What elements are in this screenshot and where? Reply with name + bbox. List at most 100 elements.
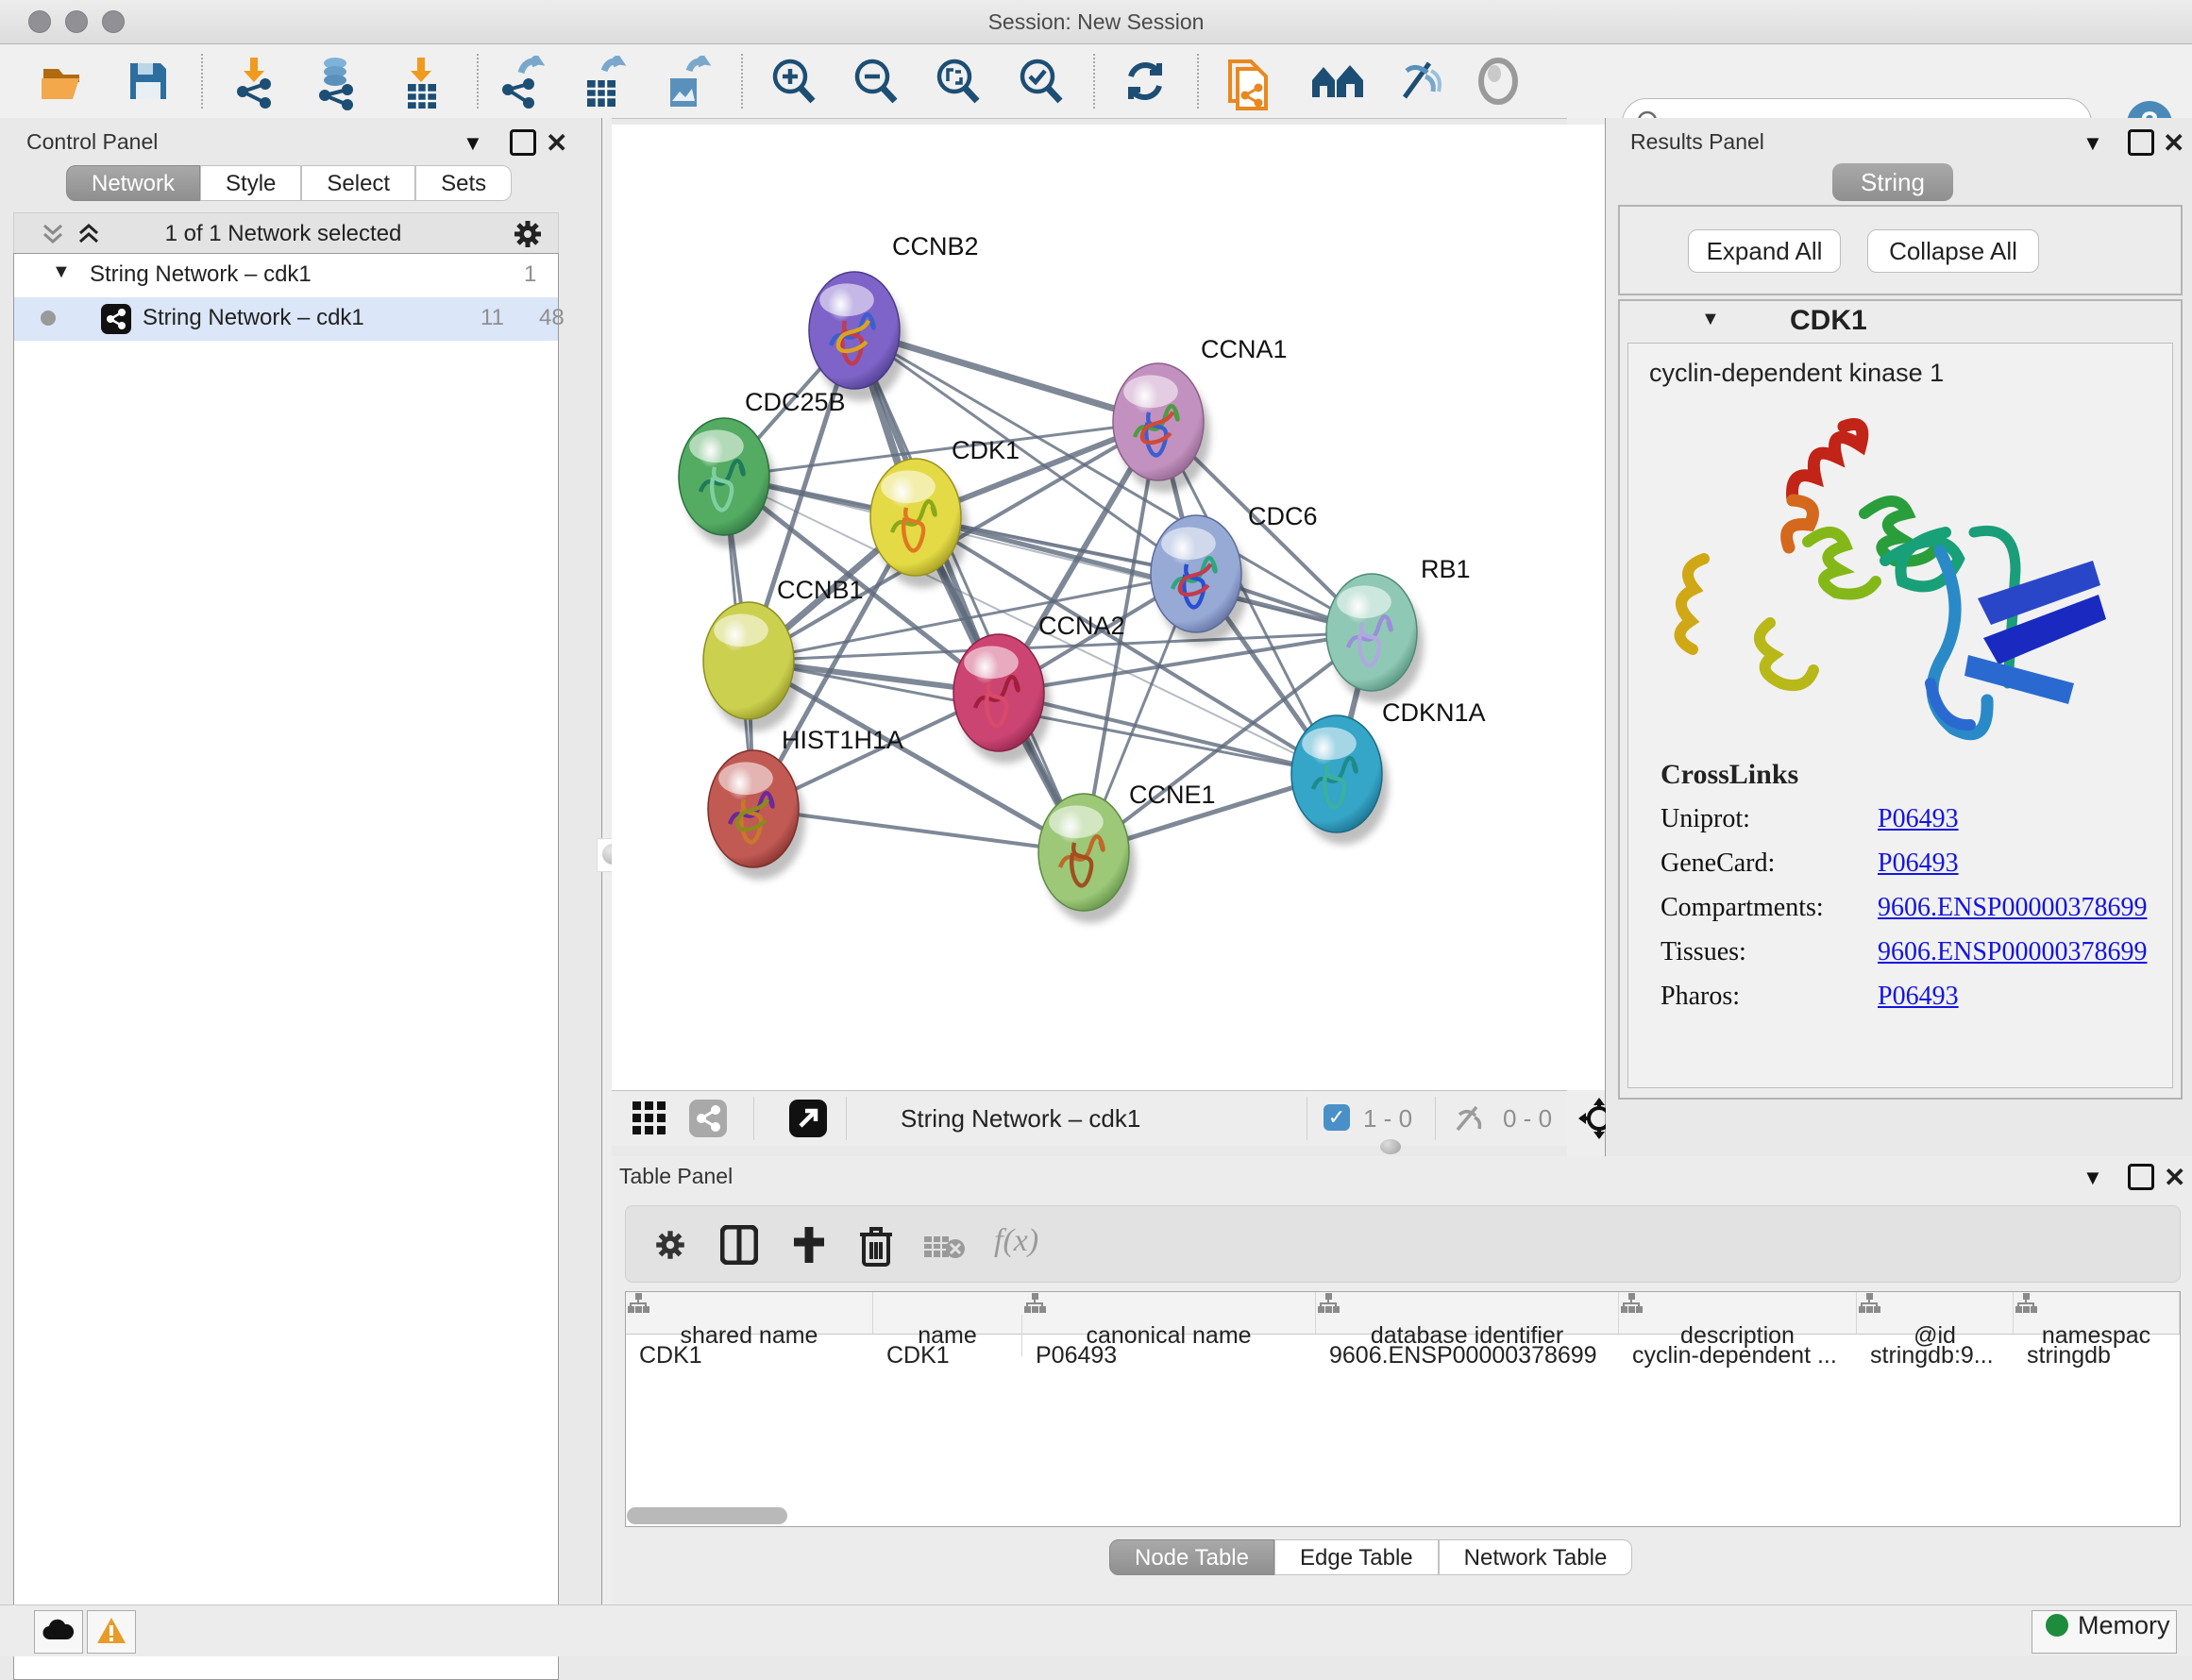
tab-style[interactable]: Style [200,165,301,201]
open-in-new-window-icon[interactable] [789,1100,827,1137]
crosslink-label: Pharos: [1661,982,1878,1012]
show-columns-icon[interactable] [720,1225,758,1265]
refresh-button[interactable] [1120,56,1171,107]
toolbar-separator [201,54,203,109]
hide-glasses-button[interactable] [1391,56,1442,107]
cloud-status-button[interactable] [34,1610,83,1654]
crosslink-link[interactable]: P06493 [1878,848,1959,879]
export-image-button[interactable] [661,56,712,107]
node-CDC6[interactable]: CDC6 [1151,502,1318,645]
add-column-icon[interactable] [790,1225,828,1265]
zoom-fit-button[interactable] [932,56,983,107]
cloud-icon [42,1619,75,1641]
zoom-out-button[interactable] [850,56,901,107]
network-row[interactable]: String Network – cdk1 11 48 [14,297,558,341]
expand-all-button[interactable]: Expand All [1688,229,1841,273]
tab-edge-table[interactable]: Edge Table [1274,1539,1439,1575]
birds-eye-view-icon[interactable] [632,1101,666,1135]
export-table-button[interactable] [578,56,629,107]
float-panel-icon[interactable] [2128,1164,2154,1190]
node-CCNA2[interactable]: CCNA2 [953,612,1125,764]
tab-sets[interactable]: Sets [415,165,512,201]
close-panel-icon[interactable]: ✕ [2163,127,2184,159]
column-header-name[interactable]: name [873,1315,1022,1356]
crosslink-link[interactable]: 9606.ENSP00000378699 [1878,937,2147,967]
import-table-button[interactable] [396,56,447,107]
network-graph[interactable]: CCNB2CCNA1CDC25BCDK1CDC6RB1CCNB1CCNA2CDK… [612,125,1605,1090]
toolbar-separator [1093,54,1095,109]
panel-menu-icon[interactable]: ▼ [463,131,483,156]
delete-table-icon[interactable] [924,1235,966,1261]
network-canvas[interactable]: CCNB2CCNA1CDC25BCDK1CDC6RB1CCNB1CCNA2CDK… [612,125,1605,1090]
close-panel-icon[interactable]: ✕ [546,127,567,159]
table-horizontal-scrollbar[interactable] [627,1507,787,1524]
table-tabs: Node TableEdge TableNetwork Table [1109,1539,1632,1575]
tab-network[interactable]: Network [66,165,200,201]
zoom-in-button[interactable] [767,56,818,107]
panel-menu-icon[interactable]: ▼ [2082,131,2103,156]
open-session-button[interactable] [38,56,89,107]
collapse-all-button[interactable]: Collapse All [1867,229,2039,273]
column-header-shared-name[interactable]: shared name [626,1292,873,1334]
node-CCNE1[interactable]: CCNE1 [1038,781,1216,923]
crosslink-row: Uniprot:P06493 [1661,804,2151,834]
memory-label: Memory [2078,1611,2170,1639]
float-panel-icon[interactable] [2128,129,2154,156]
node-label-RB1: RB1 [1421,555,1471,583]
horizontal-splitter-handle[interactable] [1380,1139,1401,1154]
crosslink-row: Compartments:9606.ENSP00000378699 [1661,893,2151,923]
warning-button[interactable] [87,1610,136,1654]
tab-select[interactable]: Select [301,165,415,201]
save-session-button[interactable] [123,56,174,107]
zoom-selected-button[interactable] [1015,56,1066,107]
node-CCNB2[interactable]: CCNB2 [809,232,979,401]
panel-menu-icon[interactable]: ▼ [2082,1166,2103,1190]
column-header-database-identifier[interactable]: database identifier [1316,1292,1619,1334]
node-label-CDK1: CDK1 [952,436,1020,464]
table-gear-icon[interactable] [652,1227,688,1263]
network-collection-row[interactable]: ▼ String Network – cdk1 1 [14,254,558,297]
string-network-icon-gray[interactable] [689,1100,727,1137]
crosslink-link[interactable]: P06493 [1878,982,1959,1012]
column-header--id[interactable]: @id [1857,1292,2014,1334]
node-RB1[interactable]: RB1 [1326,555,1471,703]
collapse-section-icon[interactable]: ▼ [1701,309,1720,330]
float-panel-icon[interactable] [510,129,536,156]
column-header-canonical-name[interactable]: canonical name [1022,1292,1316,1334]
close-panel-icon[interactable]: ✕ [2164,1162,2185,1193]
column-header-description[interactable]: description [1619,1292,1857,1334]
show-eye-button[interactable] [1473,56,1524,107]
selected-checkbox-icon[interactable]: ✓ [1324,1104,1350,1131]
import-network-button[interactable] [229,56,280,107]
tab-node-table[interactable]: Node Table [1109,1539,1274,1575]
collection-expand-icon[interactable]: ▼ [52,261,71,283]
network-status-dot [41,311,56,326]
node-label-CDKN1A: CDKN1A [1382,698,1486,727]
node-label-CCNA2: CCNA2 [1038,612,1125,640]
collapse-all-icon[interactable] [41,222,65,246]
node-CCNA1[interactable]: CCNA1 [1113,335,1288,493]
tab-string[interactable]: String [1832,163,1953,201]
edge-CCNB2-CCNE1[interactable] [854,330,1084,852]
memory-button[interactable]: Memory [2032,1610,2177,1654]
expand-all-icon[interactable] [76,222,101,246]
string-home-button[interactable] [1308,56,1359,107]
crosslink-link[interactable]: 9606.ENSP00000378699 [1878,893,2147,923]
tab-network-table[interactable]: Network Table [1439,1539,1633,1575]
column-header-namespac[interactable]: namespac [2014,1292,2180,1334]
gear-icon[interactable] [511,217,545,251]
function-builder-icon[interactable]: f(x) [994,1223,1038,1259]
node-table[interactable]: shared namenamecanonical namedatabase id… [625,1291,2181,1527]
zoom-selected-icon [1015,56,1066,107]
gene-section-header[interactable]: ▼ CDK1 [1620,301,2181,341]
node-CDKN1A[interactable]: CDKN1A [1291,698,1486,845]
title-bar: Session: New Session [0,0,2192,44]
node-HIST1H1A[interactable]: HIST1H1A [708,726,903,880]
import-network-from-database-button[interactable] [312,56,363,107]
crosslink-link[interactable]: P06493 [1878,804,1959,834]
share-network-file-button[interactable] [1222,56,1273,107]
control-panel-title: Control Panel [26,129,158,155]
crosslink-row: GeneCard:P06493 [1661,848,2151,879]
export-network-button[interactable] [497,56,548,107]
delete-column-trash-icon[interactable] [858,1223,894,1267]
